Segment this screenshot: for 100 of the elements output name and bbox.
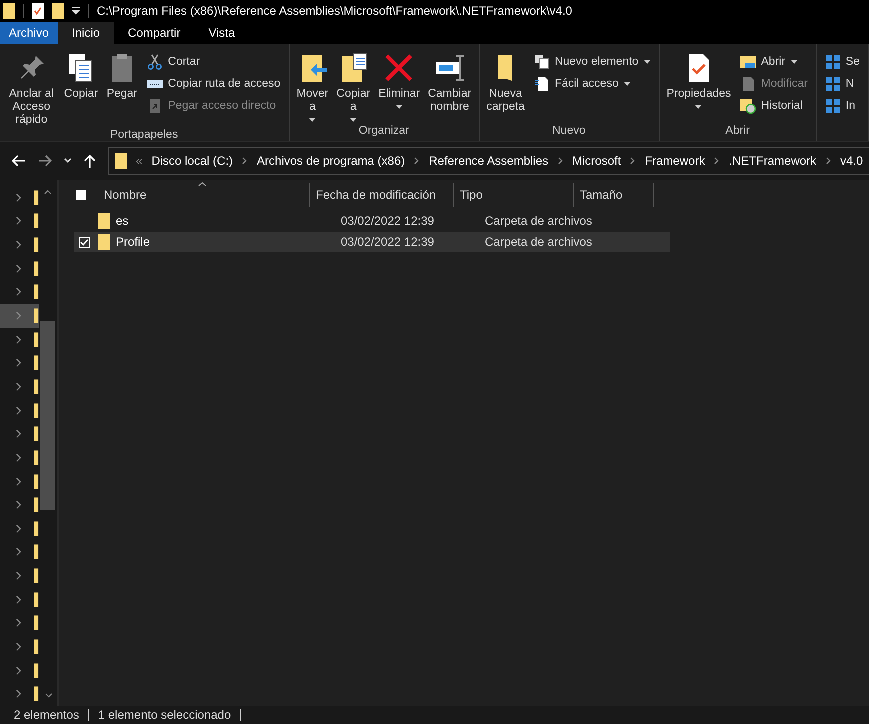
ribbon-tab[interactable]: Compartir bbox=[114, 22, 195, 44]
ribbon-tab[interactable]: Vista bbox=[194, 22, 250, 44]
status-text: 1 elemento seleccionado bbox=[98, 708, 232, 722]
chevron-right-icon[interactable] bbox=[630, 157, 636, 165]
folder-icon bbox=[34, 686, 39, 702]
chevron-right-icon[interactable] bbox=[558, 157, 564, 165]
ribbon-button[interactable]: Copiar ruta de acceso bbox=[147, 74, 285, 94]
folder-icon bbox=[115, 153, 127, 169]
column-header[interactable]: Fecha de modificación bbox=[310, 183, 454, 207]
chevron-right-icon[interactable] bbox=[242, 157, 248, 165]
ribbon-button[interactable]: Fácil acceso bbox=[534, 74, 655, 94]
folder-icon bbox=[34, 402, 39, 419]
delete-icon bbox=[383, 52, 416, 84]
ribbon-button[interactable]: Cortar bbox=[147, 52, 285, 72]
breadcrumb[interactable]: Disco local (C:) bbox=[152, 154, 234, 168]
row-checkbox[interactable] bbox=[79, 236, 90, 248]
chevron-right-icon[interactable] bbox=[414, 157, 420, 165]
folder-icon bbox=[34, 332, 39, 348]
breadcrumb[interactable]: Microsoft bbox=[572, 154, 622, 168]
folder-icon bbox=[34, 260, 39, 277]
chevron-right-icon bbox=[16, 311, 22, 322]
breadcrumb[interactable]: .NETFramework bbox=[729, 154, 817, 168]
chevron-right-icon bbox=[16, 500, 22, 510]
dropdown-icon[interactable] bbox=[72, 7, 80, 15]
modified-date: 03/02/2022 12:39 bbox=[341, 214, 436, 228]
chevron-right-icon bbox=[16, 452, 22, 463]
up-arrow-icon[interactable] bbox=[84, 154, 96, 168]
address-bar[interactable]: « Disco local (C:) Archivos de programa (x86) Reference Assemblies Microsoft Framework .NETFramework v4.0 bbox=[108, 147, 869, 175]
ribbon-button[interactable]: N bbox=[824, 74, 864, 94]
nav-item[interactable] bbox=[0, 304, 39, 328]
chevron-right-icon bbox=[16, 334, 22, 345]
forward-arrow-icon[interactable] bbox=[38, 155, 52, 167]
ribbon-button[interactable]: Abrir bbox=[740, 52, 812, 72]
chevron-down-icon[interactable] bbox=[64, 158, 72, 164]
folder-icon bbox=[34, 237, 39, 254]
breadcrumb[interactable]: Reference Assemblies bbox=[429, 154, 548, 168]
column-header[interactable]: Tipo bbox=[454, 183, 574, 207]
breadcrumb[interactable]: v4.0 bbox=[840, 154, 864, 168]
back-arrow-icon[interactable] bbox=[12, 155, 26, 167]
ribbon-button[interactable]: Anclar al Acceso rápido bbox=[4, 50, 60, 129]
caret-icon bbox=[396, 105, 403, 109]
chevron-right-icon[interactable] bbox=[826, 157, 832, 165]
overflow-chevron[interactable]: « bbox=[136, 154, 143, 168]
folder-icon bbox=[34, 355, 39, 372]
chevron-right-icon[interactable] bbox=[714, 157, 720, 165]
chevron-right-icon bbox=[16, 382, 22, 392]
ribbon-button[interactable]: Nuevo elemento bbox=[534, 52, 655, 72]
folder-icon bbox=[34, 544, 39, 560]
window-title: C:\Program Files (x86)\Reference Assemblies\Microsoft\Framework\.NETFramework\v4.0 bbox=[97, 4, 572, 18]
folder-icon bbox=[34, 497, 39, 514]
ribbon-button[interactable]: Mover a bbox=[294, 50, 332, 125]
scrollbar-thumb[interactable] bbox=[40, 321, 55, 510]
folder-icon bbox=[34, 426, 39, 442]
rename-icon bbox=[434, 52, 466, 84]
caret-icon bbox=[309, 118, 316, 122]
ribbon-button[interactable]: Se bbox=[824, 52, 864, 72]
ribbon-button[interactable]: Nueva carpeta bbox=[484, 50, 528, 125]
ribbon-button[interactable]: Historial bbox=[740, 96, 812, 116]
caret-icon bbox=[624, 82, 631, 86]
ribbon-tab[interactable]: Inicio bbox=[58, 22, 114, 44]
ribbon-button[interactable]: Cambiar nombre bbox=[425, 50, 475, 125]
chevron-right-icon bbox=[16, 240, 22, 250]
chevron-right-icon bbox=[16, 594, 22, 605]
chevron-right-icon bbox=[16, 406, 22, 416]
ribbon-button[interactable]: In bbox=[824, 96, 864, 116]
ribbon-button[interactable]: Eliminar bbox=[376, 50, 424, 125]
ribbon-button[interactable]: Propiedades bbox=[664, 50, 734, 125]
breadcrumb[interactable]: Archivos de programa (x86) bbox=[257, 154, 406, 168]
folder-icon bbox=[34, 308, 39, 324]
group-label: Portapapeles bbox=[109, 129, 180, 143]
file-row[interactable]: Profile 03/02/2022 12:39 Carpeta de archivos bbox=[74, 232, 670, 252]
ribbon-button[interactable]: Pegar bbox=[103, 50, 142, 129]
select-all-checkbox[interactable] bbox=[76, 190, 86, 200]
scroll-down-icon[interactable] bbox=[45, 693, 53, 698]
folder-icon bbox=[34, 615, 39, 632]
column-header[interactable]: Nombre bbox=[98, 183, 310, 207]
file-name: es bbox=[115, 214, 130, 228]
file-row[interactable]: es 03/02/2022 12:39 Carpeta de archivos bbox=[74, 211, 670, 231]
folder-icon bbox=[34, 568, 39, 584]
chevron-right-icon bbox=[16, 524, 22, 534]
breadcrumb[interactable]: Framework bbox=[645, 154, 706, 168]
properties-icon[interactable] bbox=[32, 3, 44, 19]
chevron-right-icon bbox=[16, 689, 22, 700]
caret-icon bbox=[644, 60, 651, 64]
chevron-right-icon bbox=[16, 666, 22, 676]
folder-icon bbox=[34, 378, 39, 395]
column-header[interactable]: Tamaño bbox=[574, 183, 654, 207]
folder-icon bbox=[98, 234, 110, 250]
folder-icon bbox=[34, 520, 39, 537]
file-type: Carpeta de archivos bbox=[485, 235, 594, 249]
ribbon-button[interactable]: Copiar a bbox=[334, 50, 374, 125]
scroll-up-icon[interactable] bbox=[44, 190, 52, 195]
chevron-right-icon bbox=[16, 287, 22, 298]
grid-icon bbox=[824, 98, 841, 114]
file-tab[interactable]: Archivo bbox=[0, 22, 58, 44]
modified-date: 03/02/2022 12:39 bbox=[341, 235, 436, 249]
caret-icon bbox=[695, 105, 702, 109]
chevron-right-icon bbox=[16, 642, 22, 652]
ribbon-button[interactable]: Copiar bbox=[61, 50, 102, 129]
group-label: Organizar bbox=[358, 125, 410, 139]
